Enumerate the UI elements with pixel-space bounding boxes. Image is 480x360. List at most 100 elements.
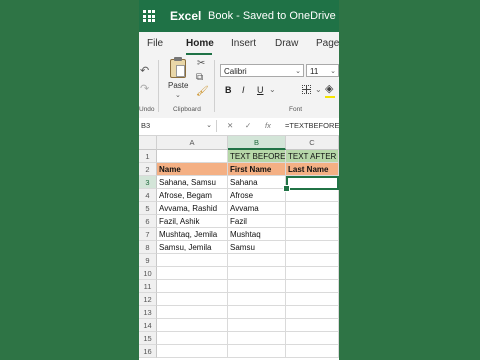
table-cell[interactable] bbox=[286, 202, 339, 215]
bold-button[interactable]: B bbox=[225, 85, 232, 95]
table-cell[interactable]: Samsu bbox=[228, 241, 286, 254]
copy-icon[interactable]: ⧉ bbox=[196, 72, 203, 83]
table-cell[interactable]: Avvama bbox=[228, 202, 286, 215]
row-header[interactable]: 3 bbox=[139, 176, 157, 189]
tab-insert[interactable]: Insert bbox=[231, 38, 256, 49]
row-header[interactable]: 4 bbox=[139, 189, 157, 202]
format-painter-icon[interactable]: 🖌 bbox=[196, 86, 209, 97]
table-cell[interactable] bbox=[286, 241, 339, 254]
table-cell[interactable]: Afrose, Begam bbox=[157, 189, 228, 202]
row-header[interactable]: 6 bbox=[139, 215, 157, 228]
ribbon-home: ↶ ↷ Undo Paste ⌄ ✂ ⧉ 🖌 Clipboard Calibri… bbox=[139, 56, 339, 119]
table-cell[interactable] bbox=[286, 280, 339, 293]
app-launcher-icon[interactable] bbox=[143, 10, 155, 22]
table-cell[interactable] bbox=[286, 254, 339, 267]
paste-icon[interactable] bbox=[170, 57, 186, 78]
table-cell[interactable] bbox=[157, 319, 228, 332]
table-cell[interactable] bbox=[286, 345, 339, 358]
cell-c1[interactable]: TEXT AFTER bbox=[286, 150, 339, 163]
table-cell[interactable] bbox=[286, 319, 339, 332]
cut-icon[interactable]: ✂ bbox=[197, 58, 205, 69]
font-name-select[interactable]: Calibri ⌄ bbox=[220, 64, 304, 77]
row-header[interactable]: 2 bbox=[139, 163, 157, 176]
table-cell[interactable] bbox=[286, 228, 339, 241]
table-cell[interactable] bbox=[228, 280, 286, 293]
row-header[interactable]: 9 bbox=[139, 254, 157, 267]
table-cell[interactable] bbox=[157, 293, 228, 306]
row-header[interactable]: 7 bbox=[139, 228, 157, 241]
row-header[interactable]: 1 bbox=[139, 150, 157, 163]
row-header[interactable]: 14 bbox=[139, 319, 157, 332]
table-cell[interactable] bbox=[286, 215, 339, 228]
table-cell[interactable] bbox=[286, 306, 339, 319]
column-header-a[interactable]: A bbox=[157, 136, 228, 150]
underline-button[interactable]: U bbox=[257, 85, 264, 95]
fill-color-icon[interactable]: ◈ bbox=[325, 82, 333, 95]
font-size-select[interactable]: 11 ⌄ bbox=[306, 64, 339, 77]
table-cell[interactable]: Mushtaq bbox=[228, 228, 286, 241]
cell-a2[interactable]: Name bbox=[157, 163, 228, 176]
select-all-corner[interactable] bbox=[139, 136, 157, 150]
table-cell[interactable] bbox=[157, 345, 228, 358]
table-cell[interactable]: Mushtaq, Jemila bbox=[157, 228, 228, 241]
table-cell[interactable]: Sahana bbox=[228, 176, 286, 189]
table-cell[interactable]: Afrose bbox=[228, 189, 286, 202]
table-cell[interactable] bbox=[228, 345, 286, 358]
tab-draw[interactable]: Draw bbox=[275, 38, 298, 49]
cell-c2[interactable]: Last Name bbox=[286, 163, 339, 176]
table-cell[interactable] bbox=[228, 306, 286, 319]
table-cell[interactable] bbox=[228, 319, 286, 332]
document-title[interactable]: Book - Saved to OneDrive bbox=[208, 10, 336, 22]
table-cell[interactable] bbox=[157, 254, 228, 267]
row-header[interactable]: 13 bbox=[139, 306, 157, 319]
table-cell[interactable] bbox=[228, 332, 286, 345]
table-cell[interactable] bbox=[228, 254, 286, 267]
table-cell[interactable] bbox=[228, 293, 286, 306]
table-cell[interactable] bbox=[157, 267, 228, 280]
cell-b2[interactable]: First Name bbox=[228, 163, 286, 176]
paste-button[interactable]: Paste bbox=[168, 81, 188, 90]
table-cell[interactable]: Avvama, Rashid bbox=[157, 202, 228, 215]
row-header[interactable]: 12 bbox=[139, 293, 157, 306]
italic-button[interactable]: I bbox=[242, 85, 245, 95]
row-header[interactable]: 5 bbox=[139, 202, 157, 215]
name-box[interactable]: B3 ⌄ bbox=[139, 120, 217, 132]
column-header-b[interactable]: B bbox=[228, 136, 286, 150]
table-cell[interactable]: Samsu, Jemila bbox=[157, 241, 228, 254]
table-cell[interactable] bbox=[157, 280, 228, 293]
insert-function-icon[interactable]: fx bbox=[265, 120, 271, 132]
table-cell[interactable] bbox=[157, 332, 228, 345]
row-header[interactable]: 10 bbox=[139, 267, 157, 280]
tab-home[interactable]: Home bbox=[186, 38, 214, 49]
table-cell[interactable]: Fazil, Ashik bbox=[157, 215, 228, 228]
row-header[interactable]: 8 bbox=[139, 241, 157, 254]
table-cell[interactable] bbox=[286, 267, 339, 280]
tab-file[interactable]: File bbox=[147, 38, 163, 49]
table-cell[interactable] bbox=[286, 332, 339, 345]
chevron-down-icon[interactable]: ⌄ bbox=[269, 85, 276, 94]
chevron-down-icon[interactable]: ⌄ bbox=[315, 85, 322, 94]
borders-icon[interactable] bbox=[302, 85, 311, 94]
column-header-c[interactable]: C bbox=[286, 136, 339, 150]
table-cell[interactable]: Sahana, Samsu bbox=[157, 176, 228, 189]
formula-input[interactable]: =TEXTBEFORE( bbox=[285, 120, 339, 132]
cancel-icon[interactable]: ✕ bbox=[227, 120, 233, 132]
app-name[interactable]: Excel bbox=[170, 9, 201, 23]
table-cell[interactable] bbox=[286, 189, 339, 202]
cell-a1[interactable] bbox=[157, 150, 228, 163]
row-header[interactable]: 15 bbox=[139, 332, 157, 345]
row-header[interactable]: 11 bbox=[139, 280, 157, 293]
chevron-down-icon[interactable]: ⌄ bbox=[175, 91, 181, 99]
table-cell[interactable] bbox=[157, 306, 228, 319]
enter-icon[interactable]: ✓ bbox=[245, 120, 251, 132]
row-header[interactable]: 16 bbox=[139, 345, 157, 358]
table-cell[interactable]: Fazil bbox=[228, 215, 286, 228]
cell-b1[interactable]: TEXT BEFORE bbox=[228, 150, 286, 163]
table-cell[interactable] bbox=[286, 293, 339, 306]
clipboard-group-label: Clipboard bbox=[173, 106, 201, 113]
table-cell[interactable] bbox=[228, 267, 286, 280]
fill-handle[interactable] bbox=[283, 185, 290, 192]
redo-icon[interactable]: ↷ bbox=[140, 82, 149, 95]
undo-icon[interactable]: ↶ bbox=[140, 64, 149, 77]
tab-page[interactable]: Page bbox=[316, 38, 339, 49]
